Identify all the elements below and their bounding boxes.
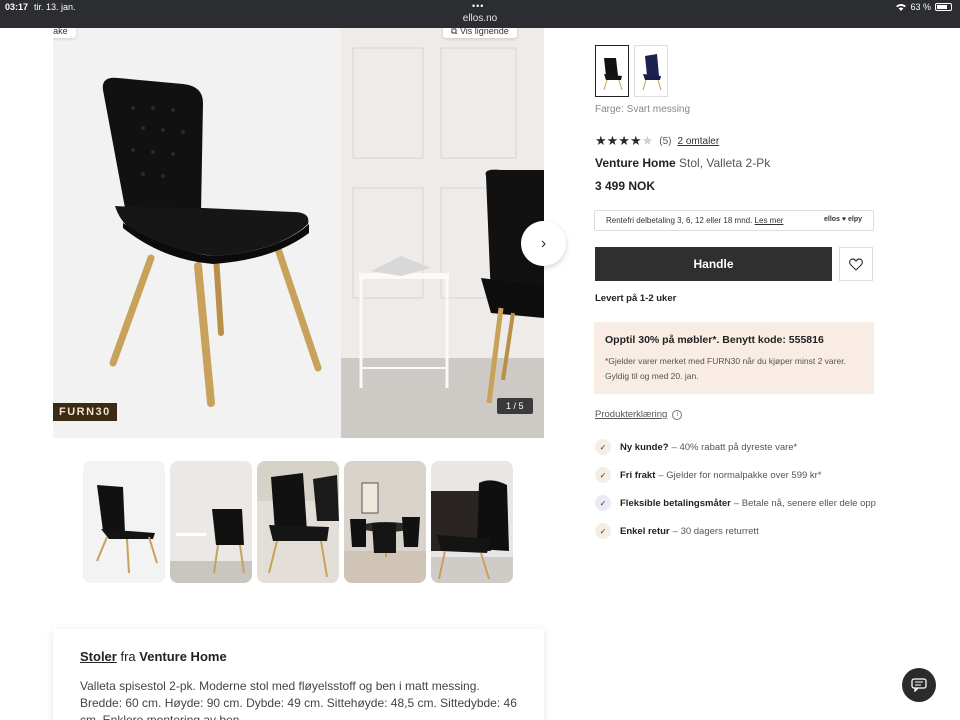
thumbnail-3[interactable] xyxy=(257,461,339,583)
read-more-link[interactable]: Les mer xyxy=(755,216,784,225)
chair-image xyxy=(53,28,341,438)
description-heading: Stoler fra Venture Home xyxy=(80,649,227,664)
room-scene-image xyxy=(341,28,544,438)
battery-icon xyxy=(935,3,952,11)
product-price: 3 499 NOK xyxy=(595,179,656,193)
product-image-main[interactable]: Tilbake FURN30 xyxy=(53,28,341,438)
description-text: Valleta spisestol 2-pk. Moderne stol med… xyxy=(80,679,517,720)
wifi-icon xyxy=(896,4,907,11)
check-icon: ✓ xyxy=(595,523,611,539)
similar-icon: ⧉ xyxy=(451,28,460,36)
check-icon: ✓ xyxy=(595,439,611,455)
brand-name[interactable]: Venture Home xyxy=(595,156,676,170)
battery-level: 63 % xyxy=(910,2,931,12)
rating-row: ★★★★★ (5) 2 omtaler xyxy=(595,133,719,149)
chat-icon xyxy=(911,678,927,692)
installment-banner: Rentefri delbetaling 3, 6, 12 eller 18 m… xyxy=(594,210,874,231)
product-declaration-link[interactable]: Produkterklæring xyxy=(595,409,667,420)
product-name: Stol, Valleta 2-Pk xyxy=(679,156,771,170)
benefit-flexible-payment: ✓ Fleksible betalingsmåter – Betale nå, s… xyxy=(595,495,876,511)
benefit-free-shipping: ✓ Fri frakt – Gjelder for normalpakke ove… xyxy=(595,467,822,483)
chevron-right-icon: › xyxy=(540,234,547,252)
thumbnail-5[interactable] xyxy=(431,461,513,583)
date: tir. 13. jan. xyxy=(34,2,76,12)
star-rating: ★★★★★ xyxy=(595,133,654,148)
benefit-easy-return: ✓ Enkel retur – 30 dagers returrett xyxy=(595,523,759,539)
thumbnail-4[interactable] xyxy=(344,461,426,583)
thumbnail-1[interactable] xyxy=(83,461,165,583)
promo-headline: Opptil 30% på møbler*. Benytt kode: 5558… xyxy=(605,334,824,346)
description-brand[interactable]: Venture Home xyxy=(139,649,226,664)
product-description-card: Stoler fra Venture Home Valleta spisesto… xyxy=(53,629,544,720)
clock: 03:17 xyxy=(5,2,29,12)
color-swatch-black[interactable] xyxy=(595,45,629,97)
status-bar: 03:17 tir. 13. jan. ••• ellos.no 63 % xyxy=(0,0,960,28)
next-image-button[interactable]: › xyxy=(521,221,566,266)
reviews-link[interactable]: 2 omtaler xyxy=(678,136,720,147)
color-label: Farge: Svart messing xyxy=(595,104,691,115)
heart-icon xyxy=(849,257,863,271)
check-icon: ✓ xyxy=(595,467,611,483)
check-icon: ✓ xyxy=(595,495,611,511)
info-icon[interactable]: i xyxy=(672,409,683,420)
back-chip[interactable]: Tilbake xyxy=(53,28,76,38)
benefit-new-customer: ✓ Ny kunde? – 40% rabatt på dyreste vare* xyxy=(595,439,797,455)
image-counter: 1 / 5 xyxy=(497,398,533,414)
chat-button[interactable] xyxy=(902,668,936,702)
thumbnail-strip xyxy=(83,461,513,583)
product-image-secondary[interactable]: ⧉ Vis lignende xyxy=(341,28,544,438)
add-to-cart-button[interactable]: Handle xyxy=(595,247,832,281)
promo-box: Opptil 30% på møbler*. Benytt kode: 5558… xyxy=(594,322,874,394)
address-bar[interactable]: ellos.no xyxy=(0,13,960,24)
product-title: Venture Home Stol, Valleta 2-Pk xyxy=(595,156,770,170)
furn30-badge: FURN30 xyxy=(53,403,117,421)
promo-terms: *Gjelder varer merket med FURN30 når du … xyxy=(605,356,846,381)
tab-menu-dots[interactable]: ••• xyxy=(472,1,484,11)
category-link[interactable]: Stoler xyxy=(80,649,117,664)
show-similar-chip[interactable]: ⧉ Vis lignende xyxy=(443,28,517,38)
rating-count: (5) xyxy=(659,135,672,147)
product-declaration[interactable]: Produkterklæring i xyxy=(595,409,683,420)
wishlist-button[interactable] xyxy=(839,247,873,281)
thumbnail-2[interactable] xyxy=(170,461,252,583)
delivery-time: Levert på 1-2 uker xyxy=(595,293,677,304)
payment-logos: ellos ♥ elpy xyxy=(823,216,862,223)
installment-text: Rentefri delbetaling 3, 6, 12 eller 18 m… xyxy=(606,216,753,225)
color-swatch-blue[interactable] xyxy=(634,45,668,97)
